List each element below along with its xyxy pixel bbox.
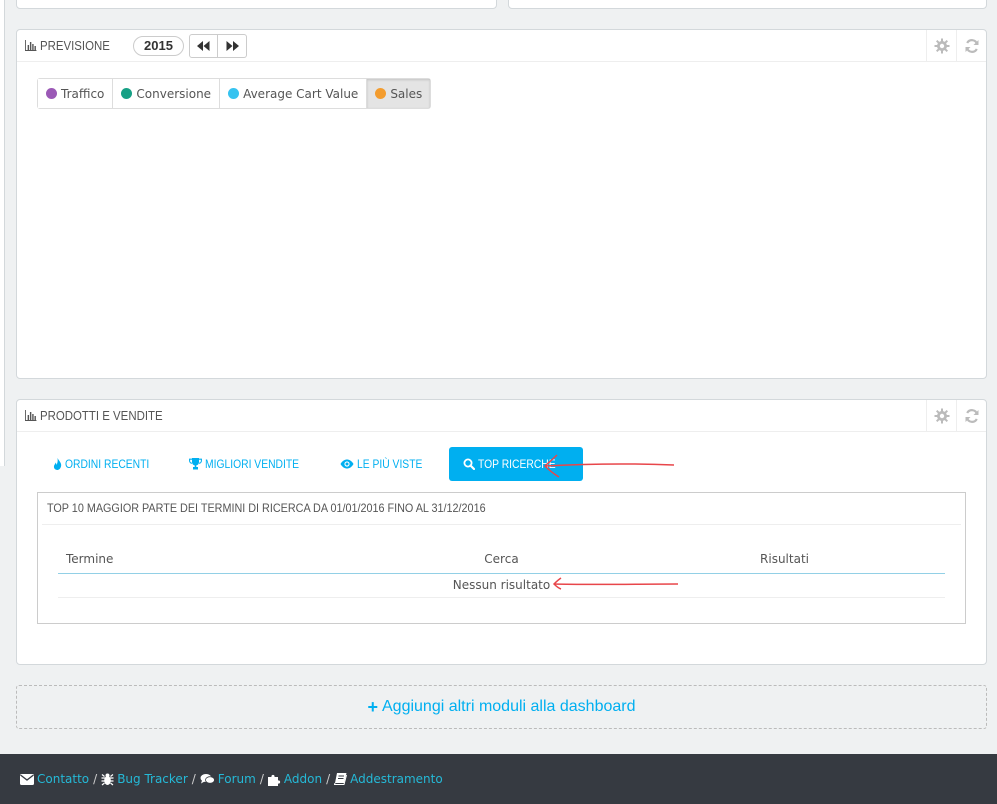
footer-link-label: Contatto: [37, 772, 90, 786]
legend-label: Conversione: [136, 86, 212, 101]
refresh-button[interactable]: [956, 30, 986, 62]
tab-label: ORDINI RECENTI: [65, 457, 150, 471]
envelope-icon: [20, 773, 34, 785]
column-header-risultati[interactable]: Risultati: [643, 545, 945, 574]
search-icon: [463, 458, 476, 470]
tab-label: MIGLIORI VENDITE: [205, 457, 300, 471]
configure-button[interactable]: [926, 30, 956, 62]
products-panel: PRODOTTI E VENDITE ORDINI RECENTI MIGLIO…: [16, 399, 987, 665]
tab-label: LE PIÙ VISTE: [357, 457, 423, 471]
footer-link-addon[interactable]: Addon: [267, 772, 323, 786]
separator: /: [93, 772, 98, 786]
products-tools: [926, 400, 986, 432]
legend-average-cart-value[interactable]: Average Cart Value: [220, 79, 368, 108]
bar-chart-icon: [25, 40, 37, 51]
footer-link-label: Forum: [217, 772, 256, 786]
legend-label: Sales: [390, 86, 423, 101]
eye-icon: [340, 459, 354, 469]
search-results-table: Termine Cerca Risultati Nessun risultato: [58, 545, 945, 598]
footer-link-label: Addon: [283, 772, 323, 786]
refresh-button[interactable]: [956, 400, 986, 432]
backward-icon: [197, 41, 210, 51]
separator: /: [259, 772, 264, 786]
legend-conversione[interactable]: Conversione: [113, 79, 221, 108]
legend-traffico[interactable]: Traffico: [38, 79, 114, 108]
footer-link-forum[interactable]: Forum: [200, 772, 256, 786]
separator: /: [191, 772, 196, 786]
book-icon: [334, 773, 348, 785]
top-left-panel-edge: [16, 0, 497, 9]
forecast-panel: PREVISIONE 2015 Traffico Conversione Ave…: [16, 29, 987, 379]
footer-link-label: Bug Tracker: [117, 772, 188, 786]
footer-link-contatto[interactable]: Contatto: [20, 772, 89, 786]
forecast-title-wrap: PREVISIONE: [25, 38, 110, 53]
table-header-row: Termine Cerca Risultati: [58, 545, 945, 574]
comments-icon: [200, 774, 215, 784]
refresh-icon: [965, 409, 978, 423]
annotation-arrow: [543, 454, 675, 478]
legend-dot: [46, 88, 57, 99]
products-title: PRODOTTI E VENDITE: [39, 408, 163, 423]
top-searches-section: TOP 10 MAGGIOR PARTE DEI TERMINI DI RICE…: [37, 492, 966, 624]
forecast-title: PREVISIONE: [39, 38, 110, 53]
products-panel-header: PRODOTTI E VENDITE: [17, 400, 986, 432]
forecast-legend: Traffico Conversione Average Cart Value …: [37, 78, 432, 109]
footer-link-addestramento[interactable]: Addestramento: [334, 772, 443, 786]
add-modules-button[interactable]: + Aggiungi altri moduli alla dashboard: [16, 685, 987, 729]
column-header-termine[interactable]: Termine: [58, 545, 360, 574]
legend-dot: [228, 88, 240, 99]
footer-link-bug-tracker[interactable]: Bug Tracker: [101, 772, 188, 786]
next-year-button[interactable]: [218, 34, 247, 58]
legend-dot: [375, 88, 387, 99]
top-right-panel-edge: [508, 0, 987, 9]
gear-icon: [934, 408, 949, 424]
legend-sales[interactable]: Sales: [367, 79, 431, 108]
previous-year-button[interactable]: [189, 34, 218, 58]
forward-icon: [226, 41, 239, 51]
bug-icon: [101, 773, 114, 785]
forecast-tools: [926, 30, 986, 62]
legend-label: Average Cart Value: [243, 86, 359, 101]
tab-ordini-recenti[interactable]: ORDINI RECENTI: [43, 447, 173, 481]
plus-icon: +: [367, 696, 378, 717]
tab-le-piu-viste[interactable]: LE PIÙ VISTE: [330, 447, 443, 481]
divider: [42, 524, 961, 525]
table-row: Nessun risultato: [58, 573, 945, 598]
annotation-arrow: [552, 577, 679, 590]
tab-migliori-vendite[interactable]: MIGLIORI VENDITE: [179, 447, 324, 481]
add-modules-label: Aggiungi altri moduli alla dashboard: [382, 698, 636, 715]
empty-message: Nessun risultato: [58, 573, 945, 598]
puzzle-icon: [267, 774, 281, 786]
forecast-panel-header: PREVISIONE 2015: [17, 30, 986, 62]
legend-dot: [121, 88, 133, 99]
products-tabs: ORDINI RECENTI MIGLIORI VENDITE LE PIÙ V…: [43, 447, 589, 481]
separator: /: [326, 772, 331, 786]
refresh-icon: [965, 39, 978, 53]
year-nav: [189, 34, 247, 58]
section-title: TOP 10 MAGGIOR PARTE DEI TERMINI DI RICE…: [47, 501, 486, 515]
products-title-wrap: PRODOTTI E VENDITE: [25, 408, 163, 423]
column-header-cerca[interactable]: Cerca: [359, 545, 644, 574]
trophy-icon: [189, 458, 202, 470]
fire-icon: [53, 458, 62, 470]
year-badge: 2015: [133, 36, 184, 56]
bar-chart-icon: [25, 410, 37, 421]
gear-icon: [934, 38, 949, 54]
configure-button[interactable]: [926, 400, 956, 432]
legend-label: Traffico: [61, 86, 105, 101]
left-sidebar-edge: [0, 0, 5, 466]
footer: Contatto / Bug Tracker / Forum / Addon /…: [0, 754, 997, 804]
footer-link-label: Addestramento: [350, 772, 443, 786]
